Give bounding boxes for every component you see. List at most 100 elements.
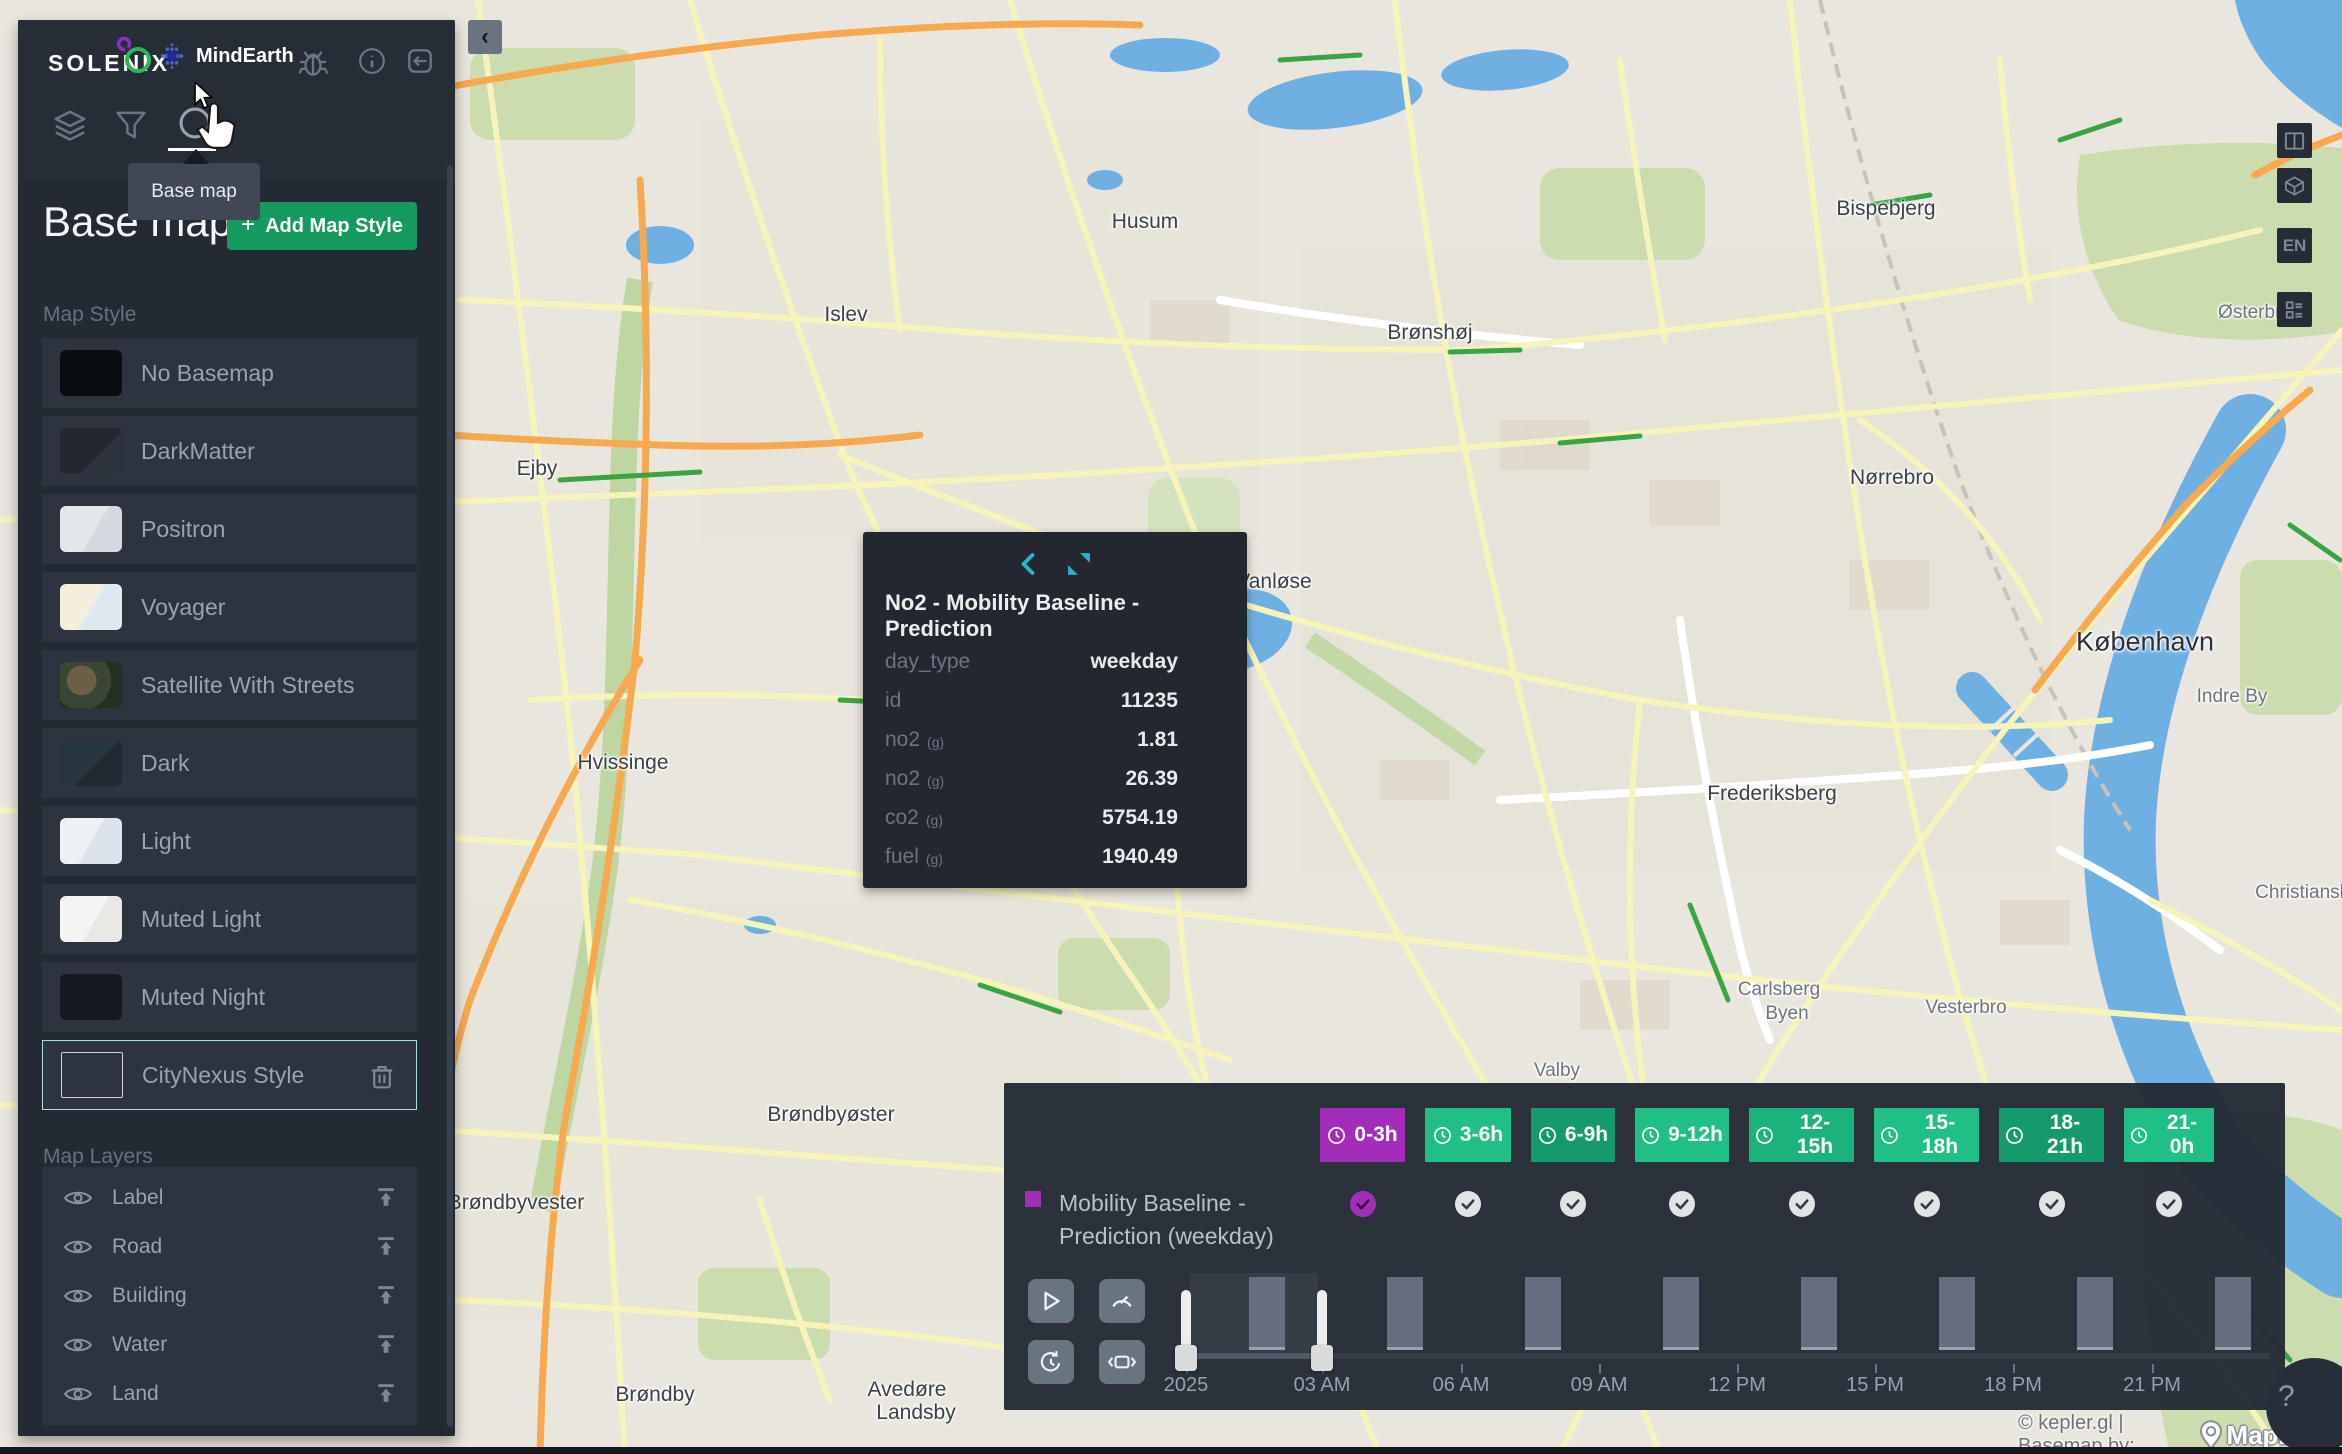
map-style-option[interactable]: DarkMatter <box>42 416 417 486</box>
map-layer-row: Water <box>42 1320 417 1369</box>
map-style-option[interactable]: Voyager <box>42 572 417 642</box>
time-range-checkbox-15-18h[interactable] <box>1914 1191 1940 1217</box>
style-label: DarkMatter <box>141 438 255 465</box>
move-layer-top-icon[interactable] <box>375 1382 397 1404</box>
map-style-option[interactable]: CityNexus Style <box>42 1040 417 1110</box>
tab-filters[interactable] <box>114 108 148 147</box>
speed-gauge-icon <box>1109 1288 1135 1314</box>
legend-button[interactable] <box>2277 292 2312 327</box>
time-range-button-0-3h[interactable]: 0-3h <box>1320 1108 1405 1162</box>
timeline-handle-end-grip[interactable] <box>1311 1345 1333 1371</box>
histogram-bar <box>1801 1277 1837 1350</box>
eye-visible-icon[interactable] <box>64 1335 92 1355</box>
check-icon <box>2043 1195 2061 1213</box>
map-place-label: Brøndby <box>615 1383 694 1407</box>
time-range-button-21-0h[interactable]: 21-0h <box>2124 1108 2214 1162</box>
time-range-button-6-9h[interactable]: 6-9h <box>1531 1108 1615 1162</box>
timeline-handle-start-grip[interactable] <box>1175 1345 1197 1371</box>
map-style-option[interactable]: Muted Light <box>42 884 417 954</box>
style-thumbnail <box>60 896 122 942</box>
check-icon <box>1918 1195 1936 1213</box>
language-button[interactable]: EN <box>2277 228 2312 263</box>
time-range-checkbox-0-3h[interactable] <box>1350 1191 1376 1217</box>
anim-window-button[interactable] <box>1099 1340 1145 1384</box>
time-range-checkbox-6-9h[interactable] <box>1560 1191 1586 1217</box>
toggle-3d-button[interactable] <box>2277 168 2312 203</box>
axis-tick-label: 06 AM <box>1433 1374 1490 1397</box>
delete-style-icon[interactable] <box>370 1063 394 1090</box>
side-panel-header: SOLENIX MindEarth <box>18 20 455 180</box>
map-place-label: Vesterbro <box>1925 997 2006 1019</box>
map-style-option[interactable]: Satellite With Streets <box>42 650 417 720</box>
map-place-label: Carlsberg <box>1738 979 1820 1001</box>
map-style-option[interactable]: Muted Night <box>42 962 417 1032</box>
map-place-label: Landsby <box>876 1401 955 1425</box>
time-range-cell: 15-18h <box>1874 1108 1979 1217</box>
style-thumbnail <box>60 662 122 708</box>
eye-visible-icon[interactable] <box>64 1237 92 1257</box>
tab-basemap[interactable] <box>176 104 214 147</box>
move-layer-top-icon[interactable] <box>375 1284 397 1306</box>
style-thumbnail <box>60 584 122 630</box>
style-label: CityNexus Style <box>142 1062 304 1089</box>
time-range-button-18-21h[interactable]: 18-21h <box>1999 1108 2104 1162</box>
maplibre-pin-icon <box>2198 1420 2224 1450</box>
move-layer-top-icon[interactable] <box>375 1186 397 1208</box>
timeline-legend: Mobility Baseline - Prediction (weekday) <box>1025 1187 1274 1253</box>
move-layer-top-icon[interactable] <box>375 1235 397 1257</box>
check-icon <box>1673 1195 1691 1213</box>
popup-attribute-row: no2(g)1.81 <box>885 720 1225 759</box>
exit-app-icon[interactable] <box>405 46 435 81</box>
tab-layers[interactable] <box>52 108 88 149</box>
time-range-checkbox-9-12h[interactable] <box>1669 1191 1695 1217</box>
info-icon[interactable] <box>357 46 387 81</box>
solenix-logo-icon <box>114 34 154 83</box>
style-label: Muted Light <box>141 906 261 933</box>
time-range-button-15-18h[interactable]: 15-18h <box>1874 1108 1979 1162</box>
style-label: Dark <box>141 750 190 777</box>
axis-tick <box>1599 1364 1601 1373</box>
axis-tick-label: 09 AM <box>1571 1374 1628 1397</box>
time-animation-panel: 0-3h 3-6h 6-9h 9-12h 12-15h 15-18h 18-21h 21-0h… <box>1004 1083 2285 1410</box>
reset-animation-button[interactable] <box>1028 1340 1074 1384</box>
bug-report-icon[interactable] <box>297 46 329 83</box>
map-style-option[interactable]: Positron <box>42 494 417 564</box>
speed-button[interactable] <box>1099 1279 1145 1323</box>
eye-visible-icon[interactable] <box>64 1188 92 1208</box>
time-range-checkbox-21-0h[interactable] <box>2156 1191 2182 1217</box>
play-button[interactable] <box>1028 1279 1074 1323</box>
map-style-option[interactable]: Dark <box>42 728 417 798</box>
time-range-button-9-12h[interactable]: 9-12h <box>1635 1108 1729 1162</box>
time-range-checkbox-3-6h[interactable] <box>1455 1191 1481 1217</box>
axis-tick <box>1875 1364 1877 1373</box>
style-label: Positron <box>141 516 225 543</box>
move-layer-top-icon[interactable] <box>375 1333 397 1355</box>
time-range-checkbox-18-21h[interactable] <box>2039 1191 2065 1217</box>
collapse-sidebar-button[interactable]: ‹ <box>468 20 502 54</box>
axis-tick-label: 03 AM <box>1294 1374 1351 1397</box>
clock-icon <box>1755 1126 1774 1145</box>
eye-visible-icon[interactable] <box>64 1286 92 1306</box>
time-range-cell: 12-15h <box>1749 1108 1854 1217</box>
clock-icon <box>2005 1126 2024 1145</box>
eye-visible-icon[interactable] <box>64 1384 92 1404</box>
axis-tick-label: 15 PM <box>1846 1374 1904 1397</box>
histogram-bar <box>1249 1277 1285 1350</box>
map-style-option[interactable]: Light <box>42 806 417 876</box>
time-range-button-12-15h[interactable]: 12-15h <box>1749 1108 1854 1162</box>
timeline-track[interactable] <box>1186 1353 2270 1359</box>
split-map-button[interactable] <box>2277 123 2312 158</box>
layer-label: Land <box>112 1382 159 1406</box>
map-layer-row: Road <box>42 1222 417 1271</box>
sidebar-scrollbar[interactable] <box>447 165 453 1427</box>
clock-icon <box>2130 1126 2148 1145</box>
time-range-checkbox-12-15h[interactable] <box>1789 1191 1815 1217</box>
legend-icon <box>2283 298 2306 322</box>
popup-attribute-row: id11235 <box>885 681 1225 720</box>
map-style-option[interactable]: No Basemap <box>42 338 417 408</box>
map-place-label: Indre By <box>2197 686 2268 708</box>
axis-tick <box>2013 1364 2015 1373</box>
popup-back-icon[interactable] <box>1019 552 1037 576</box>
time-range-button-3-6h[interactable]: 3-6h <box>1425 1108 1511 1162</box>
popup-pin-move-icon[interactable] <box>1067 552 1091 576</box>
